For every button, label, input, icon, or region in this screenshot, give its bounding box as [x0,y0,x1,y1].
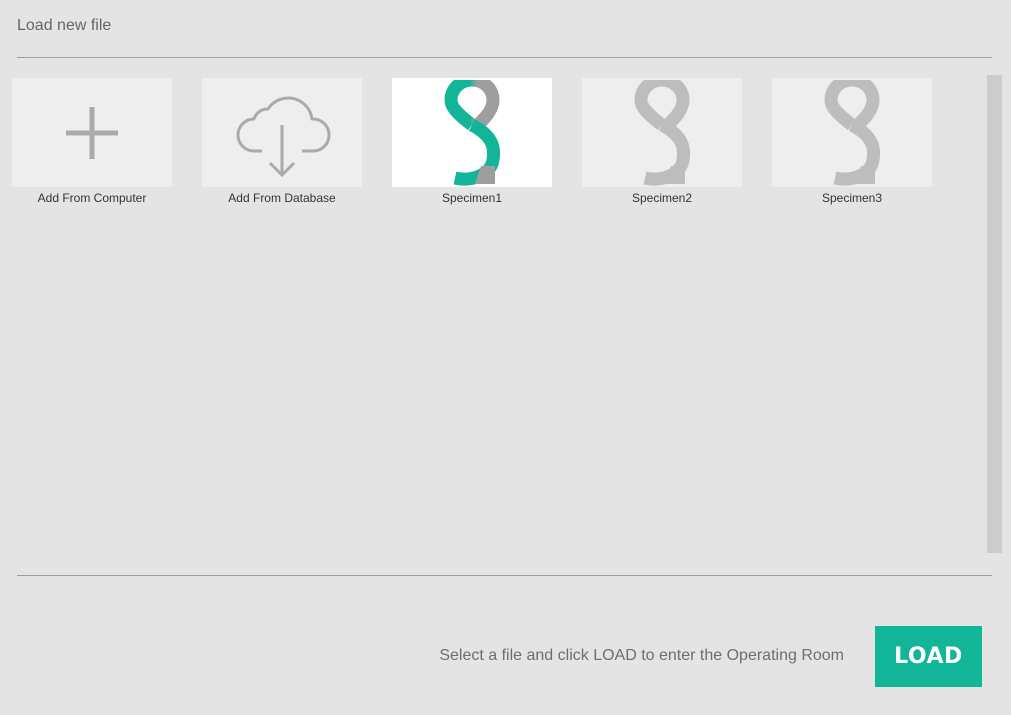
tile-label: Add From Database [228,191,336,205]
tile-specimen2[interactable]: Specimen2 [582,78,742,205]
status-message: Select a file and click LOAD to enter th… [439,647,844,664]
tile-label: Specimen1 [441,191,503,205]
bottom-divider [17,575,992,576]
specimen-logo-icon [824,79,881,185]
tile-thumbnail [392,78,552,187]
tile-thumbnail [582,78,742,187]
tile-label: Specimen2 [631,191,693,205]
specimen-logo-icon [634,79,691,185]
tile-thumbnail [202,78,362,187]
tile-add-from-computer[interactable]: Add From Computer [12,78,172,205]
top-divider [17,57,992,58]
tile-thumbnail [12,78,172,187]
vertical-scrollbar[interactable] [987,75,1002,553]
cloud-download-icon [236,95,331,177]
specimen-logo-icon [444,79,501,185]
plus-icon [66,106,118,159]
load-button[interactable]: LOAD [875,626,982,687]
tile-label: Specimen3 [821,191,883,205]
tile-specimen1[interactable]: Specimen1 [392,78,552,205]
tile-add-from-database[interactable]: Add From Database [202,78,362,205]
tile-thumbnail [772,78,932,187]
tile-specimen3[interactable]: Specimen3 [772,78,932,205]
page-title: Load new file [17,17,112,34]
file-grid: Add From Computer Add From Database Spec… [12,78,972,218]
tile-label: Add From Computer [37,191,147,205]
